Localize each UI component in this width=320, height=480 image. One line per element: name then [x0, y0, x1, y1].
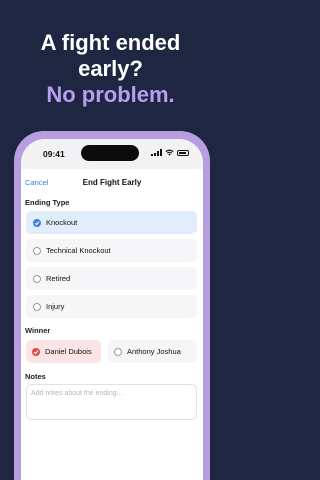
ending-option-label: Retired — [46, 274, 71, 283]
battery-icon — [177, 149, 189, 156]
ending-option-label: Technical Knockout — [46, 246, 111, 255]
notes-input[interactable] — [26, 384, 197, 420]
status-time: 09:41 — [43, 149, 65, 159]
radio-unchecked-icon — [33, 302, 41, 311]
wifi-icon — [165, 149, 174, 156]
radio-unchecked-icon — [33, 246, 41, 255]
ending-option-label: Injury — [46, 302, 65, 311]
cellular-signal-icon — [151, 149, 162, 156]
headline: A fight ended early? No problem. — [0, 30, 221, 108]
winner-option-label: Daniel Dubois — [45, 347, 92, 356]
radio-unchecked-icon — [114, 347, 122, 356]
sheet-title: End Fight Early — [82, 178, 142, 187]
winner-option-daniel-dubois[interactable]: Daniel Dubois — [26, 340, 101, 363]
nav-bar: Cancel End Fight Early — [21, 175, 203, 191]
winner-option-anthony-joshua[interactable]: Anthony Joshua — [108, 340, 197, 363]
ending-option-knockout[interactable]: Knockout — [26, 211, 197, 234]
headline-line-1: A fight ended — [40, 30, 181, 55]
winner-label: Winner — [25, 326, 51, 335]
dynamic-island — [81, 145, 139, 161]
radio-checked-icon — [32, 347, 40, 356]
ending-option-label: Knockout — [46, 218, 78, 227]
ending-type-label: Ending Type — [25, 198, 70, 207]
ending-option-retired[interactable]: Retired — [26, 267, 197, 290]
status-icons — [151, 149, 189, 156]
headline-line-3: No problem. — [46, 82, 175, 107]
status-bar: 09:41 — [21, 139, 203, 169]
radio-checked-icon — [33, 218, 41, 227]
winner-option-label: Anthony Joshua — [127, 347, 181, 356]
ending-option-technical-knockout[interactable]: Technical Knockout — [26, 239, 197, 262]
radio-unchecked-icon — [33, 274, 41, 283]
ending-option-injury[interactable]: Injury — [26, 295, 197, 318]
notes-label: Notes — [25, 372, 46, 381]
headline-line-2: early? — [78, 56, 143, 81]
